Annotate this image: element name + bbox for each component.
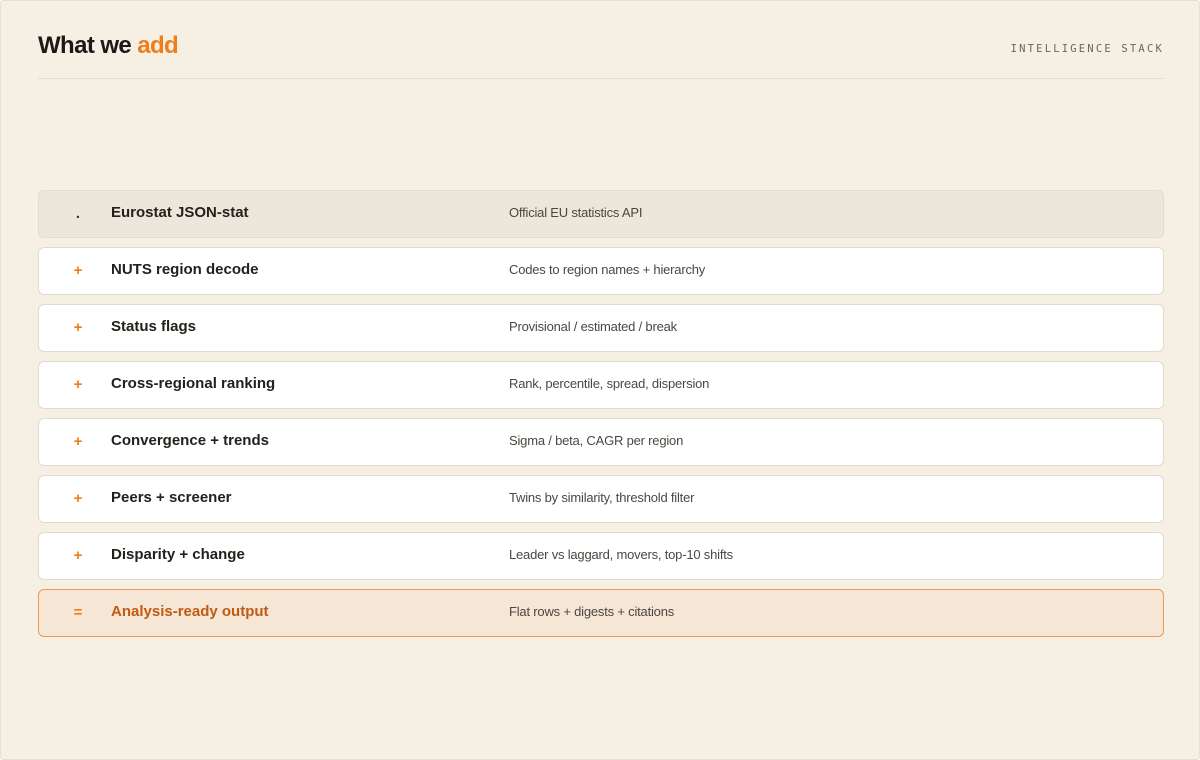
section-kicker: INTELLIGENCE STACK: [1010, 43, 1164, 55]
stack-row: + NUTS region decode Codes to region nam…: [38, 247, 1164, 295]
dot-icon: .: [75, 205, 81, 222]
plus-icon: +: [73, 262, 83, 279]
title-main: What we: [38, 32, 138, 59]
stack-row-description: Rank, percentile, spread, dispersion: [509, 376, 710, 391]
stack-row-name: Convergence + trends: [111, 432, 269, 449]
stack-list: . Eurostat JSON-stat Official EU statist…: [38, 190, 1164, 646]
plus-icon: +: [73, 490, 83, 507]
stack-row: + Status flags Provisional / estimated /…: [38, 304, 1164, 352]
stack-row: + Peers + screener Twins by similarity, …: [38, 475, 1164, 523]
stack-row-description: Sigma / beta, CAGR per region: [509, 433, 684, 448]
stack-row-name: Cross-regional ranking: [111, 375, 276, 392]
page-title: What we add: [38, 31, 179, 61]
stack-row-description: Official EU statistics API: [509, 205, 643, 220]
stack-row: + Cross-regional ranking Rank, percentil…: [38, 361, 1164, 409]
stack-row-source: . Eurostat JSON-stat Official EU statist…: [38, 190, 1164, 238]
stack-row-name: Peers + screener: [111, 489, 232, 506]
stack-row: + Convergence + trends Sigma / beta, CAG…: [38, 418, 1164, 466]
stack-row-description: Flat rows + digests + citations: [509, 604, 675, 619]
slide-frame: What we add INTELLIGENCE STACK . Eurosta…: [0, 0, 1200, 760]
stack-row-description: Codes to region names + hierarchy: [509, 262, 706, 277]
stack-row-name: Analysis-ready output: [111, 603, 269, 620]
title-accent: add: [137, 32, 179, 59]
stack-row-name: Disparity + change: [111, 546, 245, 563]
header: What we add INTELLIGENCE STACK: [38, 31, 1164, 79]
stack-row-name: Eurostat JSON-stat: [111, 204, 249, 221]
plus-icon: +: [73, 547, 83, 564]
equals-icon: =: [73, 604, 83, 621]
plus-icon: +: [73, 319, 83, 336]
stack-row-description: Twins by similarity, threshold filter: [509, 490, 695, 505]
stack-row-name: Status flags: [111, 318, 197, 335]
plus-icon: +: [73, 376, 83, 393]
stack-row: + Disparity + change Leader vs laggard, …: [38, 532, 1164, 580]
stack-row-name: NUTS region decode: [111, 261, 259, 278]
stack-row-description: Leader vs laggard, movers, top-10 shifts: [509, 547, 733, 562]
plus-icon: +: [73, 433, 83, 450]
stack-row-description: Provisional / estimated / break: [509, 319, 677, 334]
stack-row-output: = Analysis-ready output Flat rows + dige…: [38, 589, 1164, 637]
